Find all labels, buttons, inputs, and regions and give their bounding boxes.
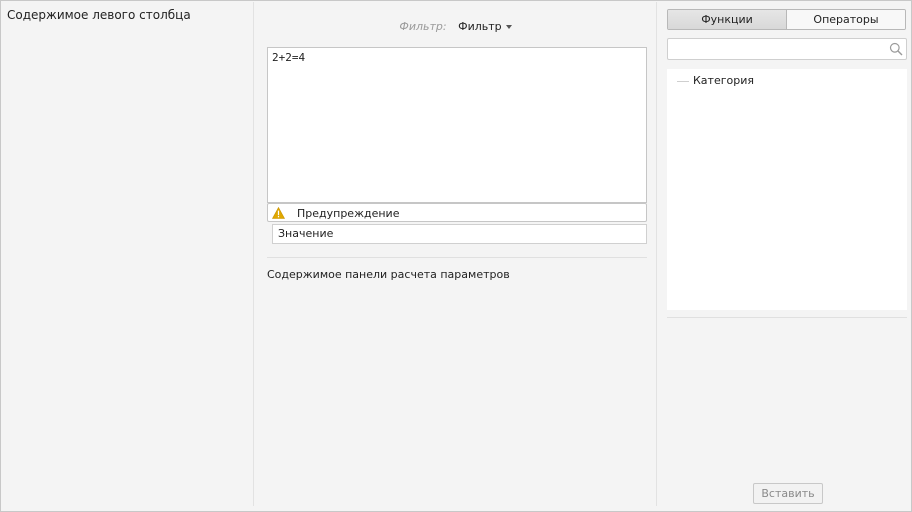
- tree-item-category[interactable]: Категория: [677, 73, 754, 89]
- filter-row: Фильтр: Фильтр: [255, 20, 656, 36]
- tab-operators[interactable]: Операторы: [787, 10, 905, 29]
- tree-connector: [677, 80, 689, 82]
- search-input[interactable]: [668, 39, 886, 59]
- divider: [267, 257, 647, 258]
- warning-icon: [272, 207, 285, 219]
- value-field[interactable]: Значение: [272, 224, 647, 244]
- tab-group: Функции Операторы: [667, 9, 906, 30]
- params-panel-title: Содержимое панели расчета параметров: [267, 268, 510, 281]
- tree-item-label: Категория: [693, 74, 754, 87]
- warning-text: Предупреждение: [297, 207, 400, 220]
- filter-dropdown-value: Фильтр: [458, 20, 502, 33]
- left-column: Содержимое левого столбца: [2, 2, 254, 506]
- search-box: [667, 38, 907, 60]
- category-tree: Категория: [667, 69, 907, 310]
- divider: [667, 317, 907, 318]
- left-column-title: Содержимое левого столбца: [7, 8, 191, 22]
- filter-dropdown[interactable]: Фильтр: [458, 20, 512, 33]
- expression-editor[interactable]: 2+2=4: [267, 47, 647, 203]
- search-icon[interactable]: [889, 42, 903, 56]
- right-column: Функции Операторы Категория Вставить: [658, 2, 911, 506]
- tab-functions[interactable]: Функции: [668, 10, 787, 29]
- chevron-down-icon: [505, 25, 512, 29]
- warning-message: Предупреждение: [267, 203, 647, 222]
- insert-button[interactable]: Вставить: [753, 483, 823, 504]
- middle-column: Фильтр: Фильтр 2+2=4 Предупреждение Знач…: [255, 2, 657, 506]
- filter-label: Фильтр:: [399, 20, 447, 33]
- expression-editor-window: Содержимое левого столбца Фильтр: Фильтр…: [0, 0, 912, 512]
